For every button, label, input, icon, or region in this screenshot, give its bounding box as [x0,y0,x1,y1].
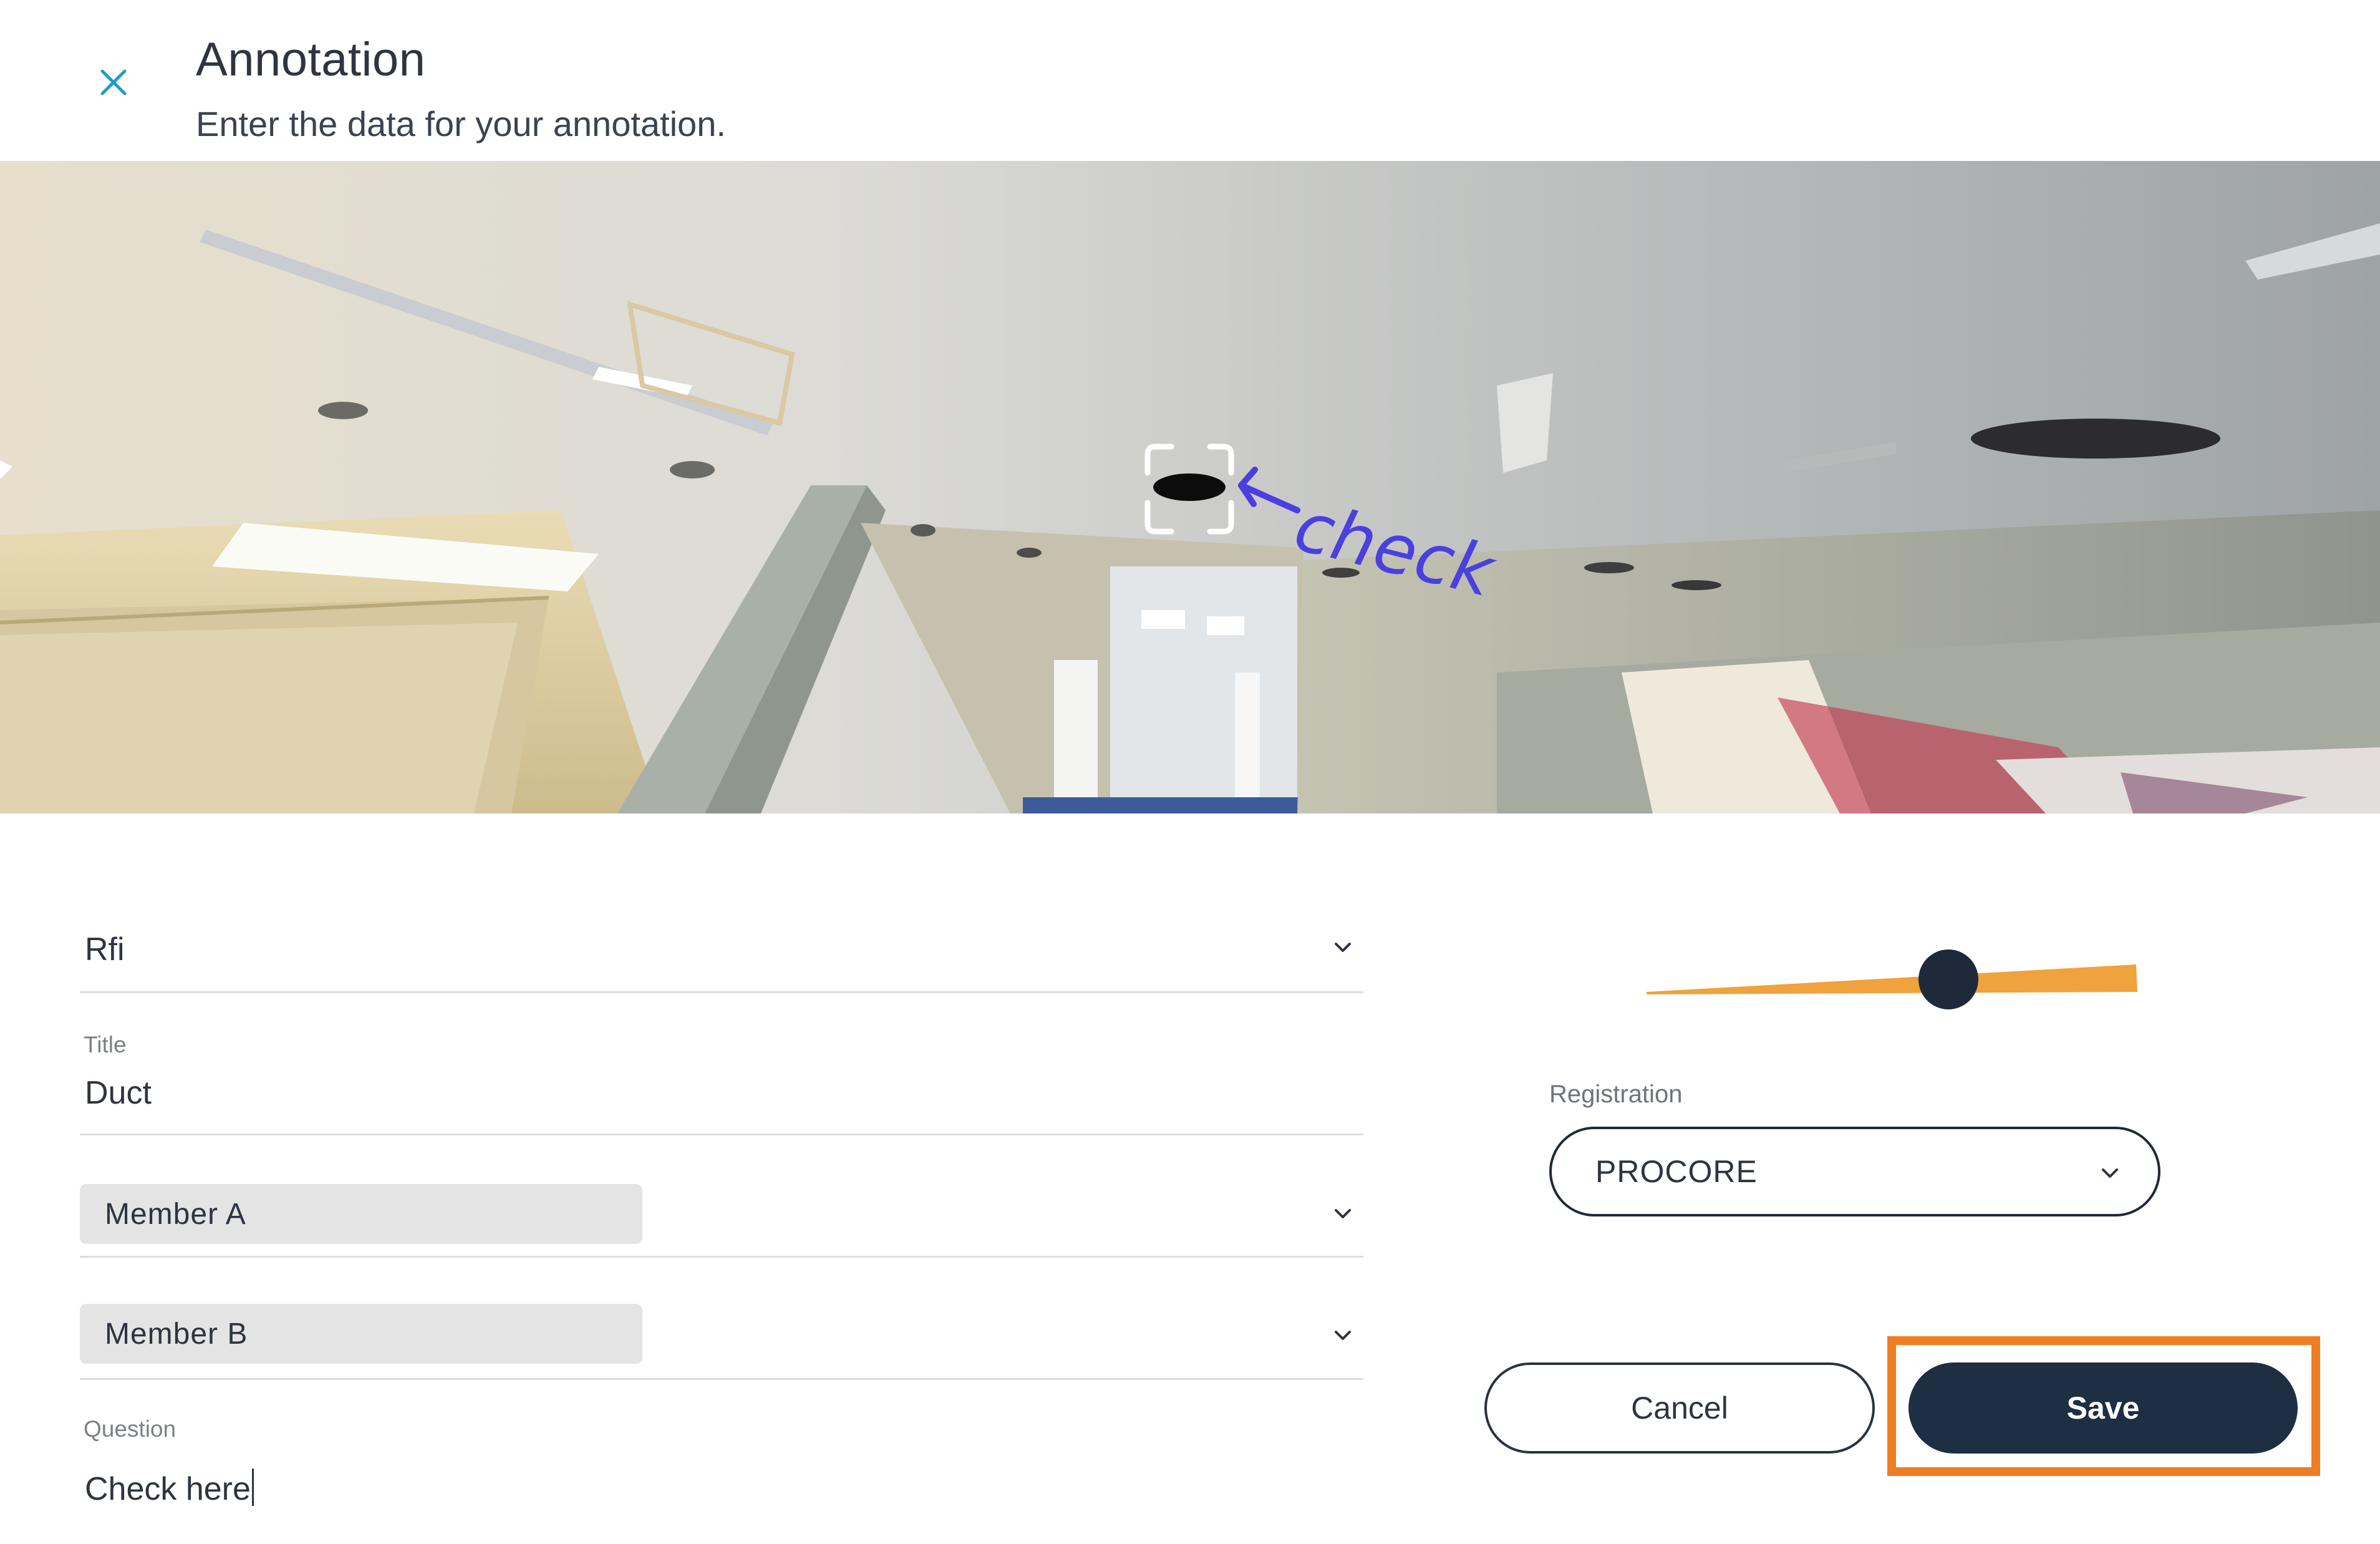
slider-thumb[interactable] [1918,949,1978,1009]
chevron-down-icon [1335,1331,1351,1340]
slider-track[interactable] [1647,964,2137,994]
save-label: Save [2066,1391,2140,1425]
title-label: Title [84,1032,127,1057]
member-b-label: Member B [105,1317,248,1351]
chevron-down-icon [1335,1209,1351,1218]
dialog-header: Annotation Enter the data for your annot… [0,0,2380,161]
title-field[interactable]: Title Duct [80,1028,1363,1135]
type-value: Rfi [85,931,125,968]
text-cursor [251,1469,254,1506]
close-icon [100,69,127,95]
title-input[interactable]: Duct [85,1074,152,1112]
page-subtitle: Enter the data for your annotation. [196,104,726,143]
chevron-down-icon [1335,943,1351,952]
member-a-select[interactable]: Member A [80,1165,1363,1258]
question-text: Check here [85,1471,251,1507]
registration-label: Registration [1549,1080,1683,1108]
opacity-slider[interactable] [1640,936,2145,1023]
close-button[interactable] [89,57,138,107]
member-b-select[interactable]: Member B [80,1285,1363,1380]
panorama-image[interactable]: check [0,161,2380,813]
question-input[interactable]: Check here [85,1469,254,1508]
chevron-down-icon [2102,1168,2118,1178]
cancel-label: Cancel [1631,1391,1728,1425]
member-a-label: Member A [105,1197,246,1231]
type-select[interactable]: Rfi [80,898,1363,993]
cancel-button[interactable]: Cancel [1484,1362,1875,1454]
registration-value: PROCORE [1595,1154,1758,1189]
page-title: Annotation [196,33,426,86]
registration-select[interactable]: PROCORE [1549,1127,2160,1216]
member-b-chip[interactable]: Member B [80,1304,642,1364]
save-button[interactable]: Save [1908,1362,2298,1454]
member-a-chip[interactable]: Member A [80,1184,642,1244]
question-label: Question [84,1416,177,1442]
